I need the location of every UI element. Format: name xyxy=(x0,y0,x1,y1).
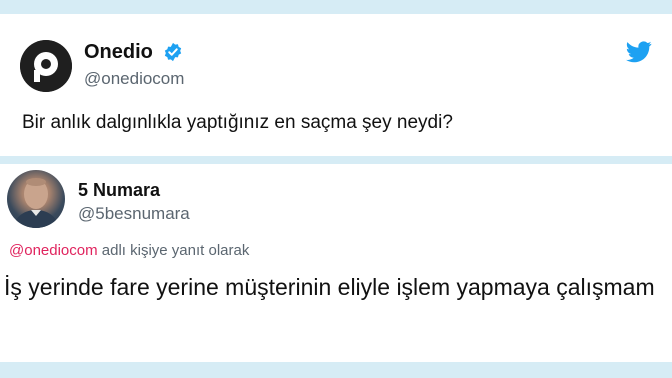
onedio-avatar[interactable] xyxy=(20,40,72,92)
author-handle[interactable]: @onediocom xyxy=(84,69,184,89)
tweet-text: İş yerinde fare yerine müşterinin eliyle… xyxy=(4,274,655,300)
5numara-avatar[interactable] xyxy=(7,170,65,228)
tweet-text: Bir anlık dalgınlıkla yaptığınız en saçm… xyxy=(22,112,453,133)
person-photo-icon xyxy=(13,178,59,228)
author-handle[interactable]: @5besnumara xyxy=(78,204,190,224)
reply-context: @onediocom adlı kişiye yanıt olarak xyxy=(9,242,249,259)
tweet-card-onedio: Onedio @onediocom Bir anlık dalgınlıkla … xyxy=(0,14,672,156)
reply-to-user-link[interactable]: @onediocom xyxy=(9,242,98,259)
author-name[interactable]: Onedio xyxy=(84,41,153,64)
verified-badge-icon xyxy=(163,42,183,67)
tweet-card-5numara: 5 Numara @5besnumara @onediocom adlı kiş… xyxy=(0,164,672,362)
onedio-logo-icon xyxy=(20,40,72,92)
twitter-bird-icon[interactable] xyxy=(626,41,652,68)
author-name[interactable]: 5 Numara xyxy=(78,180,160,201)
reply-context-label: adlı kişiye yanıt olarak xyxy=(97,242,250,259)
